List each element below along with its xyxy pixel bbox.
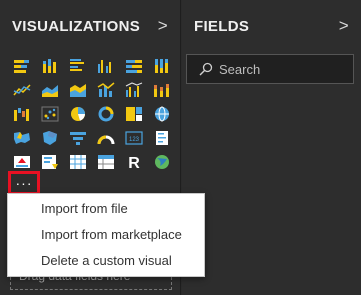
filled-map-icon[interactable] [8,126,36,150]
slicer-icon[interactable] [36,150,64,174]
funnel-icon[interactable] [64,126,92,150]
visualizations-title: VISUALIZATIONS [12,17,141,35]
100-stacked-bar-icon[interactable] [120,54,148,78]
table-icon[interactable] [64,150,92,174]
fields-pane: FIELDS > [182,0,361,295]
collapse-visualizations-chevron-icon[interactable]: > [158,16,168,36]
more-visuals-menu: Import from file Import from marketplace… [7,193,205,277]
waterfall-icon[interactable] [8,102,36,126]
treemap-icon[interactable] [120,102,148,126]
clustered-column-icon[interactable] [92,54,120,78]
menu-item-import-from-marketplace[interactable]: Import from marketplace [8,222,204,248]
line-column-icon[interactable] [92,78,120,102]
collapse-fields-chevron-icon[interactable]: > [339,16,349,36]
card-icon-label: 123 [129,137,140,143]
fields-header: FIELDS > [182,0,361,52]
r-visual-icon[interactable]: R [120,150,148,174]
line-clustered-column-icon[interactable] [120,78,148,102]
visual-gallery: 123 R [8,54,176,174]
fields-search-input[interactable]: Search [186,54,354,84]
gauge-icon[interactable] [92,126,120,150]
matrix-icon[interactable] [92,150,120,174]
fields-title: FIELDS [194,17,250,35]
visualizations-header: VISUALIZATIONS > [0,0,180,52]
shape-map-icon[interactable] [36,126,64,150]
multirow-card-icon[interactable] [148,126,176,150]
stacked-column-icon[interactable] [36,54,64,78]
donut-chart-icon[interactable] [92,102,120,126]
pie-chart-icon[interactable] [64,102,92,126]
100-stacked-column-icon[interactable] [148,54,176,78]
clustered-bar-icon[interactable] [64,54,92,78]
search-icon [199,62,213,76]
menu-item-import-from-file[interactable]: Import from file [8,196,204,222]
ribbon-chart-icon[interactable] [148,78,176,102]
stacked-area-icon[interactable] [64,78,92,102]
arcgis-globe-icon[interactable] [148,150,176,174]
scatter-icon[interactable] [36,102,64,126]
area-chart-icon[interactable] [36,78,64,102]
menu-item-delete-custom-visual[interactable]: Delete a custom visual [8,248,204,274]
card-icon[interactable]: 123 [120,126,148,150]
r-visual-label: R [128,155,140,170]
more-visuals-button[interactable]: ··· [8,171,40,195]
line-chart-icon[interactable] [8,78,36,102]
globe-map-icon[interactable] [148,102,176,126]
search-placeholder: Search [219,61,261,77]
stacked-bar-icon[interactable] [8,54,36,78]
